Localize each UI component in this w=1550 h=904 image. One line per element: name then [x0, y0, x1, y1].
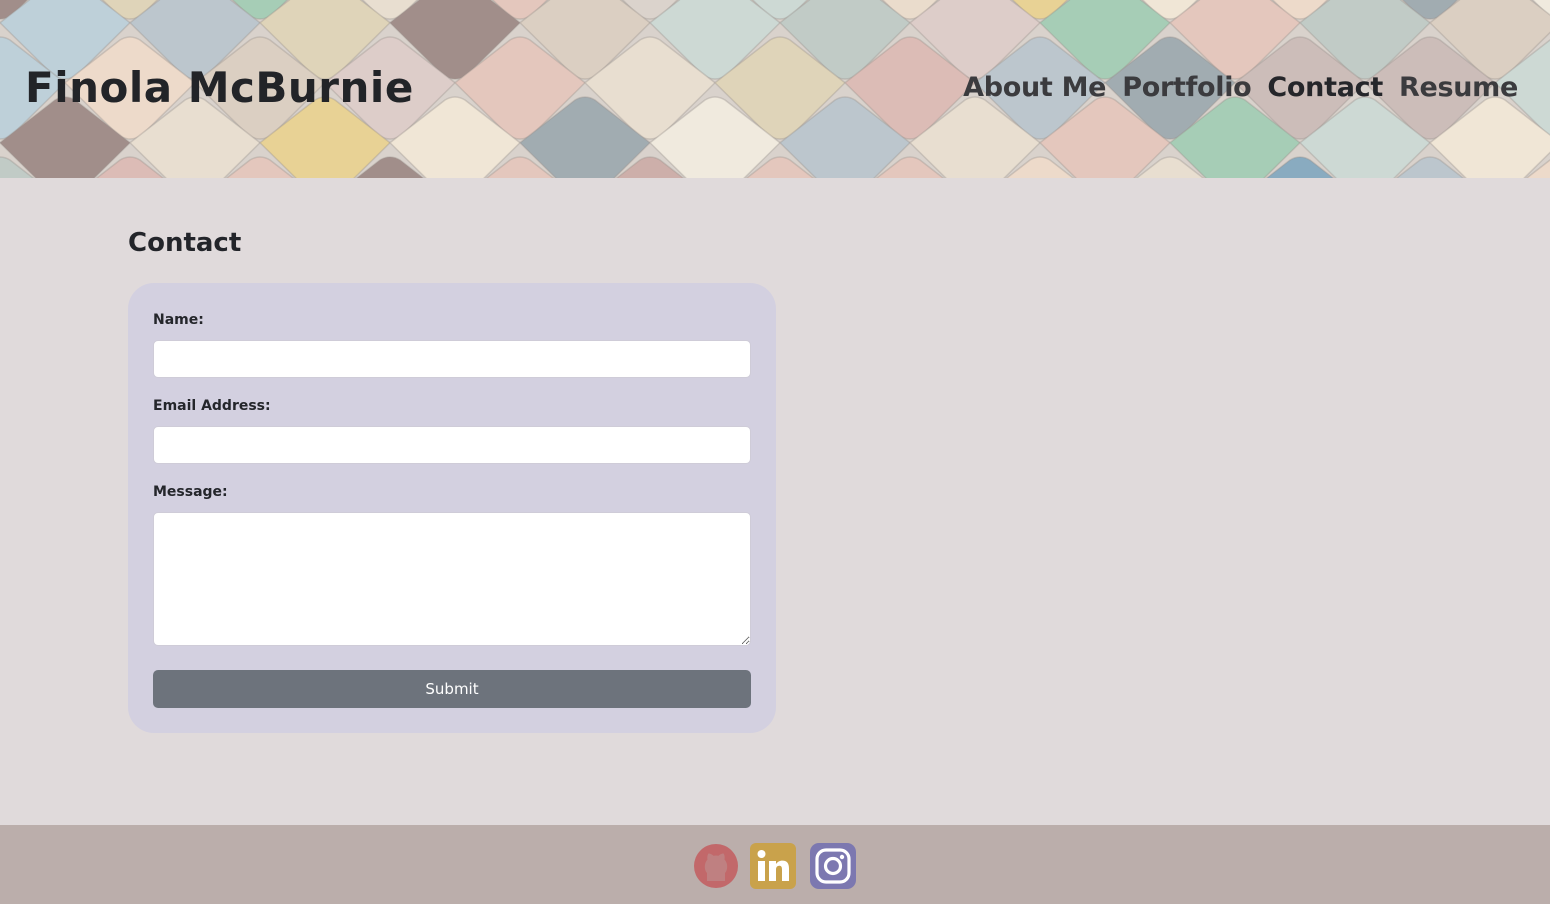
site-header: Finola McBurnie About Me Portfolio Conta… — [0, 0, 1550, 178]
message-label: Message: — [153, 484, 228, 500]
submit-button[interactable]: Submit — [153, 670, 751, 708]
contact-form: Name: Email Address: Message: Submit — [128, 283, 776, 733]
nav-about-me[interactable]: About Me — [963, 70, 1106, 106]
site-title[interactable]: Finola McBurnie — [25, 62, 414, 114]
nav-contact[interactable]: Contact — [1267, 70, 1383, 106]
instagram-icon — [810, 843, 856, 889]
nav-portfolio[interactable]: Portfolio — [1122, 70, 1252, 106]
name-label: Name: — [153, 312, 204, 328]
main-nav: About Me Portfolio Contact Resume — [963, 70, 1518, 106]
email-label: Email Address: — [153, 398, 271, 414]
name-input[interactable] — [153, 340, 751, 378]
nav-resume[interactable]: Resume — [1399, 70, 1518, 106]
site-footer — [0, 825, 1550, 904]
email-input[interactable] — [153, 426, 751, 464]
page-title: Contact — [128, 228, 242, 258]
github-icon — [694, 844, 738, 888]
linkedin-icon — [750, 843, 796, 889]
message-textarea[interactable] — [153, 512, 751, 646]
